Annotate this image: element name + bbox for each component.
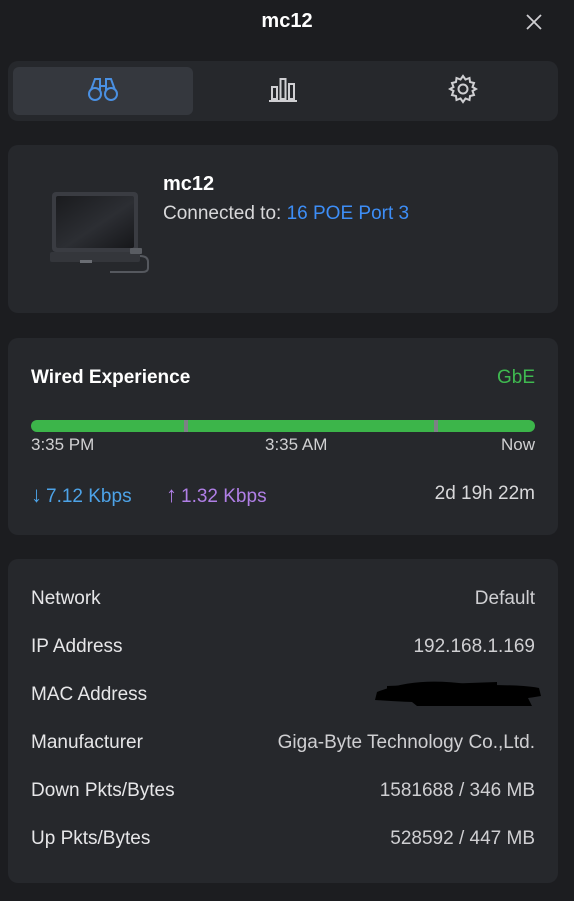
info-key: Network [31,588,101,609]
info-value: 1581688 / 346 MB [379,780,535,801]
download-rate: ↓ 7.12 Kbps [31,482,132,508]
info-key: Manufacturer [31,732,143,753]
close-icon[interactable] [524,12,544,32]
redacted-mac-address [347,674,547,714]
experience-grade: GbE [496,367,535,388]
tab-bar [8,61,558,121]
uptime: 2d 19h 22m [434,483,535,504]
panel-header: mc12 [0,0,574,44]
gear-icon [447,73,479,109]
info-row: Manufacturer Giga-Byte Technology Co.,Lt… [31,732,535,762]
info-row: Up Pkts/Bytes 528592 / 447 MB [31,828,535,858]
info-value: Default [474,588,535,609]
timeline-divider [434,420,438,432]
info-key: Up Pkts/Bytes [31,828,151,849]
experience-timeline-bar[interactable] [31,420,535,432]
device-card: mc12 Connected to: 16 POE Port 3 [8,145,558,313]
timeline-mid: 3:35 AM [265,435,328,454]
connected-label: Connected to: [163,203,282,224]
device-name: mc12 [163,173,215,195]
arrow-down-icon: ↓ [31,482,42,507]
info-key: IP Address [31,636,123,657]
timeline-divider [184,420,188,432]
laptop-icon [50,190,152,276]
info-row: MAC Address [31,681,541,714]
download-value: 7.12 Kbps [46,486,132,507]
arrow-up-icon: ↑ [166,482,177,507]
info-row: Down Pkts/Bytes 1581688 / 346 MB [31,780,535,810]
uplink-port-link[interactable]: 16 POE Port 3 [287,203,410,224]
info-key: Down Pkts/Bytes [31,780,175,801]
upload-rate: ↑ 1.32 Kbps [166,482,267,508]
tab-overview[interactable] [13,67,193,115]
connection-info: Connected to: 16 POE Port 3 [163,203,409,225]
bar-chart-icon [269,76,297,107]
device-info-card: Network Default IP Address 192.168.1.169… [8,559,558,883]
binoculars-icon [87,75,119,108]
info-value: Giga-Byte Technology Co.,Ltd. [277,732,535,753]
info-key: MAC Address [31,684,148,705]
info-value: 192.168.1.169 [413,636,535,657]
timeline-start: 3:35 PM [31,435,95,454]
timeline-end: Now [500,435,535,454]
experience-title: Wired Experience [31,367,191,388]
wired-experience-card: Wired Experience GbE 3:35 PM 3:35 AM Now… [8,338,558,535]
tab-statistics[interactable] [193,67,373,115]
info-row: Network Default [31,588,535,618]
info-row: IP Address 192.168.1.169 [31,636,535,666]
info-value: 528592 / 447 MB [390,828,535,849]
panel-title: mc12 [261,10,313,32]
upload-value: 1.32 Kbps [181,486,267,507]
tab-settings[interactable] [373,67,553,115]
